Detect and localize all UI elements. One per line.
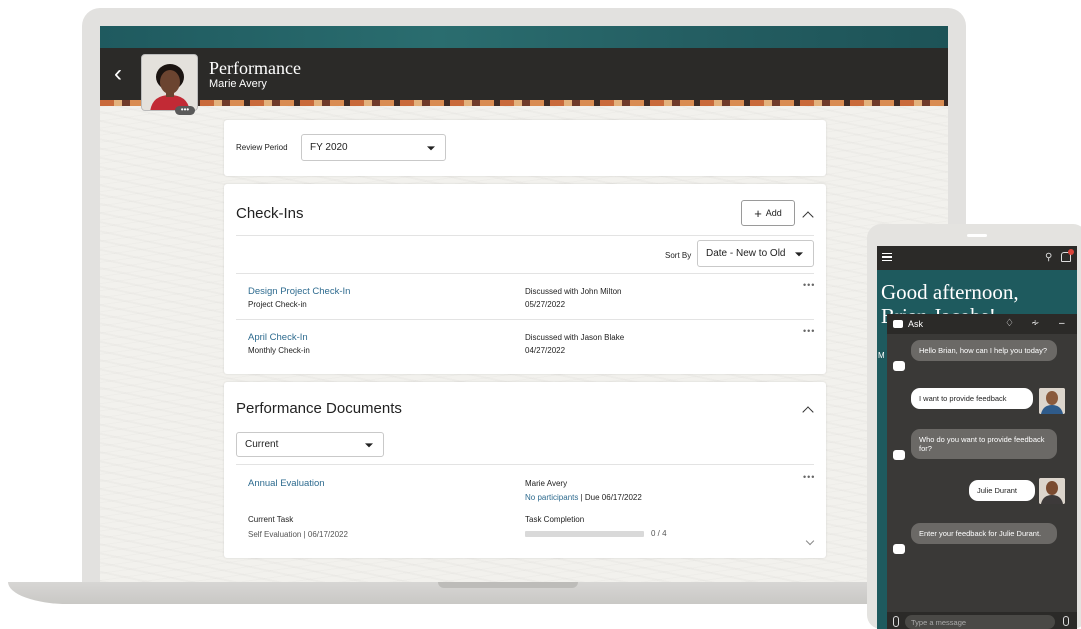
phone-topbar: ⚲ — [877, 246, 1077, 270]
bot-icon — [893, 361, 905, 371]
performance-documents-card: Performance Documents Current Annual Eva… — [224, 382, 826, 558]
task-completion-label: Task Completion — [525, 515, 585, 524]
task-completion-text: 0 / 4 — [651, 529, 667, 538]
stage: ‹ ••• Performance Marie Avery Review Per… — [0, 0, 1081, 629]
chevron-down-icon — [427, 145, 435, 150]
documents-filter-value: Current — [245, 439, 279, 450]
checkin-title-link[interactable]: Design Project Check-In — [248, 286, 350, 297]
phone-frame: ⚲ Good afternoon, Brian Jacobs! M Ask ♢ … — [867, 224, 1081, 629]
document-owner: Marie Avery — [525, 479, 568, 488]
minimize-icon[interactable]: – — [1059, 318, 1065, 329]
sort-select[interactable]: Date - New to Old — [697, 240, 814, 267]
chevron-down-icon — [365, 442, 373, 447]
notification-badge — [1068, 249, 1074, 255]
current-task-value: Self Evaluation | 06/17/2022 — [248, 530, 348, 539]
documents-title: Performance Documents — [236, 400, 402, 417]
chat-message: Enter your feedback for Julie Durant. — [911, 523, 1057, 544]
expand-icon[interactable] — [805, 536, 815, 546]
checkin-discussed: Discussed with Jason Blake — [525, 333, 625, 342]
chat-message: Julie Durant — [969, 480, 1035, 501]
more-icon[interactable]: ••• — [803, 326, 815, 336]
bot-icon — [893, 544, 905, 554]
checkin-discussed: Discussed with John Milton — [525, 287, 622, 296]
user-avatar — [1039, 388, 1065, 414]
review-period-label: Review Period — [236, 143, 288, 152]
search-icon[interactable]: ⚲ — [1045, 252, 1052, 263]
page-title: Performance — [209, 58, 301, 78]
collapse-documents-icon[interactable] — [802, 406, 814, 418]
add-label: Add — [765, 208, 782, 218]
chat-composer — [887, 612, 1077, 629]
chat-message: Hello Brian, how can I help you today? — [911, 340, 1057, 361]
mic-icon[interactable] — [1063, 616, 1069, 626]
sort-value: Date - New to Old — [706, 248, 786, 259]
checkin-type: Monthly Check-in — [248, 346, 310, 355]
more-icon[interactable]: ••• — [803, 472, 815, 482]
phone-screen: ⚲ Good afternoon, Brian Jacobs! M Ask ♢ … — [877, 246, 1077, 629]
current-task-label: Current Task — [248, 515, 294, 524]
back-icon[interactable]: ‹ — [108, 62, 128, 86]
page-subtitle: Marie Avery — [209, 78, 267, 90]
collapse-checkins-icon[interactable] — [802, 211, 814, 223]
chat-panel: Ask ♢ ∻ – Hello Brian, how can I help yo… — [887, 314, 1077, 629]
more-icon[interactable]: ••• — [803, 280, 815, 290]
review-period-value: FY 2020 — [310, 142, 348, 153]
checkins-card: Check-Ins + Add Sort By Date - New to Ol… — [224, 184, 826, 374]
menu-icon[interactable] — [882, 253, 892, 261]
sort-by-label: Sort By — [665, 251, 692, 260]
chat-header: Ask ♢ ∻ – — [887, 314, 1077, 334]
checkin-date: 05/27/2022 — [525, 300, 566, 309]
document-participants-line: No participants | Due 06/17/2022 — [525, 493, 642, 502]
avatar — [141, 54, 198, 111]
review-period-card: Review Period FY 2020 — [224, 120, 826, 176]
user-avatar — [1039, 478, 1065, 504]
bot-icon — [893, 450, 905, 460]
message-input[interactable] — [905, 615, 1055, 629]
chat-message: Who do you want to provide feedback for? — [911, 429, 1057, 459]
laptop-base — [8, 582, 993, 604]
review-period-select[interactable]: FY 2020 — [301, 134, 446, 161]
plus-icon: + — [754, 205, 762, 221]
chat-icon — [893, 320, 903, 328]
document-due: | Due 06/17/2022 — [580, 493, 642, 502]
documents-filter-select[interactable]: Current — [236, 432, 384, 457]
chat-title: Ask — [908, 319, 924, 329]
checkin-date: 04/27/2022 — [525, 346, 566, 355]
eraser-icon[interactable]: ♢ — [1005, 318, 1014, 329]
participants-link[interactable]: No participants — [525, 493, 578, 502]
document-title-link[interactable]: Annual Evaluation — [248, 478, 325, 489]
checkins-title: Check-Ins — [236, 205, 304, 222]
greeting-line1: Good afternoon, — [881, 280, 1019, 304]
chevron-down-icon — [795, 251, 803, 256]
checkin-title-link[interactable]: April Check-In — [248, 332, 308, 343]
mute-icon[interactable]: ∻ — [1031, 318, 1039, 329]
laptop-screen: ‹ ••• Performance Marie Avery Review Per… — [100, 26, 948, 582]
paperclip-icon[interactable] — [893, 616, 899, 627]
task-completion-bar — [525, 531, 644, 537]
checkin-type: Project Check-in — [248, 300, 307, 309]
chat-message: I want to provide feedback — [911, 388, 1033, 409]
side-letter: M — [878, 351, 885, 360]
avatar-more-badge[interactable]: ••• — [175, 106, 195, 115]
add-checkin-button[interactable]: + Add — [741, 200, 795, 226]
